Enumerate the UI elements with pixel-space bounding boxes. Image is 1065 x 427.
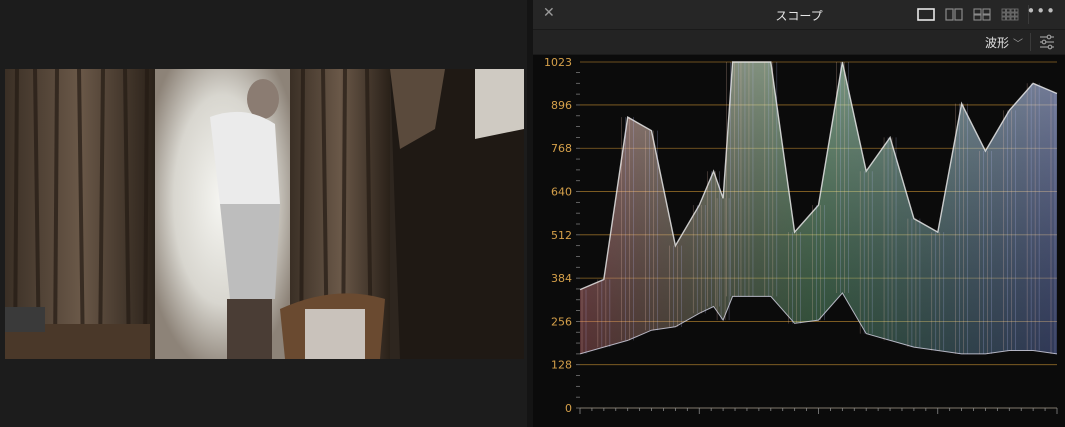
waveform-rgb-tint bbox=[580, 62, 1057, 354]
y-tick-label: 384 bbox=[551, 272, 572, 285]
scope-toolbar: 波形 ﹀ bbox=[533, 30, 1065, 55]
y-tick-label: 896 bbox=[551, 99, 572, 112]
y-tick-label: 256 bbox=[551, 315, 572, 328]
scopes-panel: ✕ スコープ ••• 波形 ﹀ 1023 896 768 640 512 384… bbox=[533, 0, 1065, 427]
waveform-plot: 1023 896 768 640 512 384 256 128 0 bbox=[533, 55, 1065, 427]
scopes-header: ✕ スコープ ••• bbox=[533, 0, 1065, 30]
more-icon[interactable]: ••• bbox=[1026, 2, 1056, 20]
chevron-down-icon: ﹀ bbox=[1013, 39, 1023, 50]
settings-icon[interactable] bbox=[1039, 34, 1055, 50]
toolbar-separator bbox=[1030, 33, 1031, 51]
scope-type-dropdown[interactable]: 波形 ﹀ bbox=[985, 34, 1023, 51]
y-tick-label: 768 bbox=[551, 142, 572, 155]
film-frame-image bbox=[5, 69, 524, 359]
grid-layout-icon[interactable] bbox=[1001, 8, 1019, 21]
quad-layout-icon[interactable] bbox=[973, 8, 991, 21]
single-layout-icon[interactable] bbox=[917, 8, 935, 21]
y-tick-label: 1023 bbox=[544, 56, 572, 69]
y-tick-label: 640 bbox=[551, 186, 572, 199]
y-tick-label: 128 bbox=[551, 359, 572, 372]
y-tick-label: 0 bbox=[565, 402, 572, 415]
scope-type-label: 波形 bbox=[984, 36, 1009, 50]
y-tick-label: 512 bbox=[551, 229, 572, 242]
video-viewer bbox=[0, 0, 527, 427]
waveform-chart: 1023 896 768 640 512 384 256 128 0 bbox=[544, 56, 1058, 415]
dual-layout-icon[interactable] bbox=[945, 8, 963, 21]
video-frame[interactable] bbox=[5, 69, 524, 359]
